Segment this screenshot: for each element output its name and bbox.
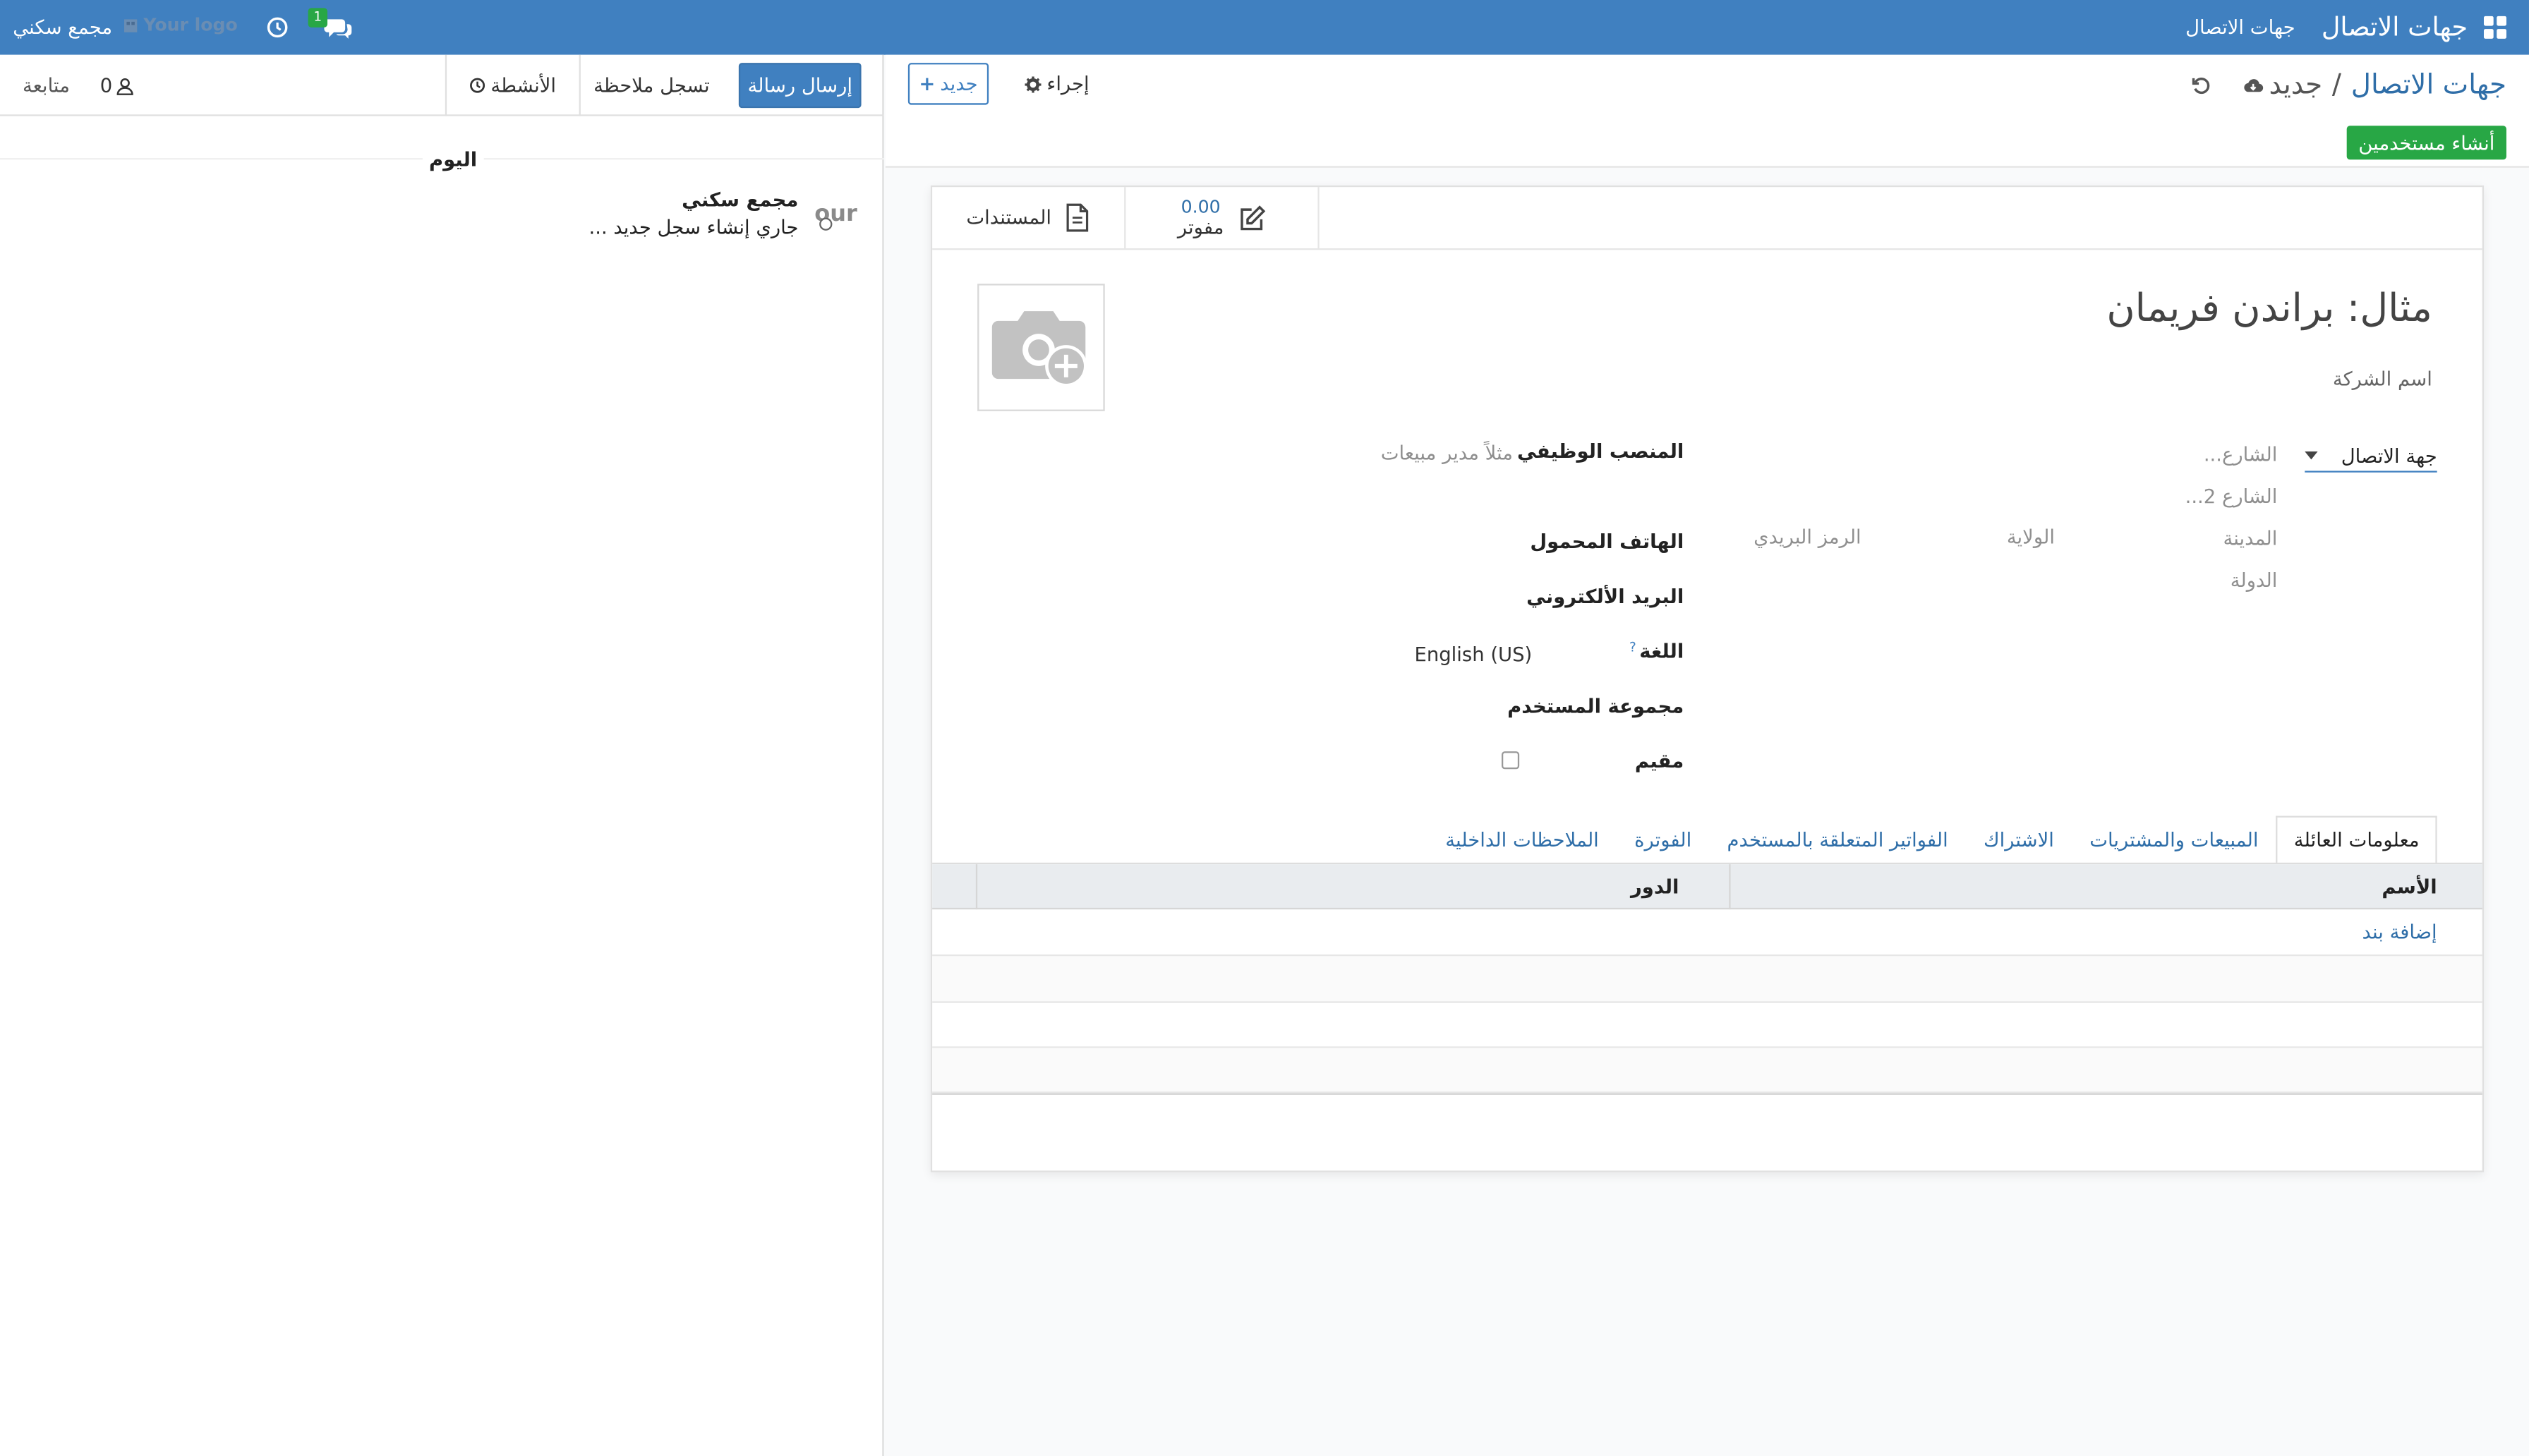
discard-undo-icon[interactable] — [2190, 74, 2213, 97]
documents-stat-button[interactable]: المستندات — [932, 187, 1126, 248]
activities-button[interactable]: الأنشطة — [445, 54, 581, 116]
user-icon — [116, 77, 133, 95]
message-author[interactable]: مجمع سكني — [682, 188, 798, 211]
address-type-select[interactable]: جهة الاتصال — [2305, 440, 2437, 473]
street-input[interactable]: الشارع... — [2204, 444, 2278, 466]
app-title[interactable]: جهات الاتصال — [2322, 11, 2468, 42]
pencil-square-icon — [1240, 205, 1265, 230]
breadcrumb: جهات الاتصال / جديد — [2269, 69, 2506, 102]
tab-family-info[interactable]: معلومات العائلة — [2276, 815, 2437, 865]
invoiced-label: مفوتر — [1177, 216, 1224, 239]
activity-clock-icon[interactable] — [266, 16, 289, 39]
table-row: إضافة بند — [932, 909, 2482, 957]
language-label-wrap: اللغة ? — [1629, 640, 1684, 662]
new-label: جديد — [940, 72, 978, 95]
documents-label: المستندات — [966, 206, 1052, 229]
email-label: البريد الألكتروني — [1526, 585, 1684, 608]
address-type-value: جهة الاتصال — [2341, 444, 2437, 467]
send-message-button[interactable]: إرسال رسالة — [738, 63, 862, 109]
tab-list: معلومات العائلة المبيعات والمشتريات الاش… — [1428, 815, 2437, 865]
menu-contacts[interactable]: جهات الاتصال — [2185, 16, 2295, 39]
breadcrumb-parent[interactable]: جهات الاتصال — [2351, 69, 2506, 102]
tab-subscription[interactable]: الاشتراك — [1966, 816, 2072, 865]
followers-count: 0 — [99, 74, 113, 97]
column-header-name[interactable]: الأسم — [2382, 875, 2437, 898]
user-group-label: مجموعة المستخدم — [1507, 695, 1684, 718]
language-label: اللغة — [1639, 640, 1684, 663]
city-input[interactable]: المدينة — [2223, 527, 2278, 550]
add-line-link[interactable]: إضافة بند — [2362, 921, 2437, 943]
presence-status-icon — [819, 217, 833, 231]
mobile-label: الهاتف المحمول — [1530, 530, 1684, 553]
button-box: المستندات 0.00 مفوتر — [932, 187, 2482, 250]
follow-button[interactable]: متابعة — [23, 74, 70, 97]
top-navbar: جهات الاتصال جهات الاتصال 1 Your logo مج… — [0, 0, 2529, 55]
gear-icon — [1025, 75, 1042, 92]
header-handle-cell — [932, 864, 978, 910]
company-logo: Your logo — [143, 14, 238, 36]
create-users-button[interactable]: أنشاء مستخدمين — [2346, 126, 2506, 160]
action-menu-button[interactable]: إجراء — [1024, 72, 1090, 95]
country-input[interactable]: الدولة — [2231, 569, 2278, 592]
resident-label: مقيم — [1634, 749, 1684, 772]
caret-down-icon — [2305, 450, 2318, 459]
chatter-topbar: إرسال رسالة تسجل ملاحظة الأنشطة 0 متابعة — [0, 54, 884, 116]
form-sheet: المستندات 0.00 مفوتر مثال: براندن فريمان… — [930, 185, 2484, 1172]
log-note-button[interactable]: تسجل ملاحظة — [593, 74, 710, 97]
job-position-label: المنصب الوظيفي — [1516, 439, 1684, 463]
activities-label: الأنشطة — [490, 74, 556, 97]
avatar-upload[interactable] — [977, 284, 1105, 411]
action-label: إجراء — [1046, 72, 1090, 95]
breadcrumb-separator: / — [2331, 69, 2342, 102]
company-switcher[interactable]: مجمع سكني — [13, 16, 112, 39]
state-input[interactable]: الولاية — [2007, 526, 2055, 548]
chatter-panel: إرسال رسالة تسجل ملاحظة الأنشطة 0 متابعة… — [0, 54, 884, 1456]
tab-invoicing[interactable]: الفوترة — [1617, 816, 1709, 865]
name-input[interactable]: مثال: براندن فريمان — [2106, 286, 2432, 331]
message-body: جاري إنشاء سجل جديد ... — [589, 216, 799, 239]
date-separator: اليوم — [422, 148, 484, 171]
clock-icon — [470, 78, 485, 93]
tab-sales-purchases[interactable]: المبيعات والمشتريات — [2072, 816, 2276, 865]
followers-button[interactable]: 0 — [100, 74, 133, 97]
table-row — [932, 1048, 2482, 1093]
save-cloud-icon[interactable] — [2242, 74, 2264, 97]
tab-user-invoices[interactable]: الفواتير المتعلقة بالمستخدم — [1709, 816, 1965, 865]
table-footer-line — [932, 1093, 2482, 1095]
new-record-button[interactable]: + جديد — [907, 63, 989, 105]
language-help-icon[interactable]: ? — [1629, 640, 1636, 662]
zip-input[interactable]: الرمز البريدي — [1754, 526, 1861, 548]
resident-checkbox[interactable] — [1501, 751, 1520, 770]
document-icon — [1066, 203, 1088, 232]
family-table-header: الأسم الدور — [932, 864, 2482, 910]
language-select[interactable]: English (US) — [1415, 643, 1533, 666]
header-divider — [1729, 864, 1731, 910]
column-header-role[interactable]: الدور — [1631, 875, 1679, 898]
building-icon — [123, 18, 139, 34]
breadcrumb-current: جديد — [2269, 69, 2323, 102]
invoiced-value: 0.00 — [1181, 196, 1221, 218]
street2-input[interactable]: الشارع 2... — [2185, 485, 2278, 508]
messages-badge: 1 — [308, 8, 327, 28]
table-row — [932, 956, 2482, 1003]
apps-grid-icon[interactable] — [2482, 15, 2509, 41]
plus-icon: + — [919, 72, 936, 95]
job-position-input[interactable]: مثلاً مدير مبيعات — [1381, 442, 1513, 464]
table-row — [932, 1003, 2482, 1048]
tab-internal-notes[interactable]: الملاحظات الداخلية — [1428, 816, 1617, 865]
control-panel: جهات الاتصال / جديد إجراء + جديد أنشاء م… — [885, 54, 2529, 168]
message-avatar: our — [814, 197, 866, 236]
invoiced-stat-button[interactable]: 0.00 مفوتر — [1125, 187, 1320, 248]
notebook-tabs: معلومات العائلة المبيعات والمشتريات الاش… — [932, 815, 2482, 865]
camera-add-icon — [991, 310, 1087, 387]
company-name-input[interactable]: اسم الشركة — [2333, 368, 2432, 390]
